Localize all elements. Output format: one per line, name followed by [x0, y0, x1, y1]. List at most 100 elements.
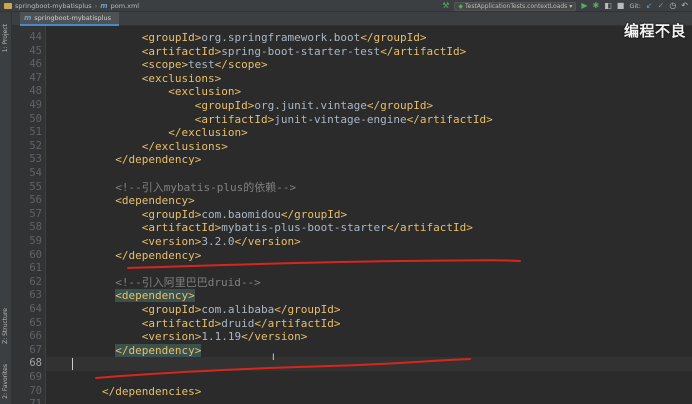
line-number: 49: [29, 99, 42, 111]
code-text: 1.1.19: [201, 330, 242, 344]
code-comment: <!--引入mybatis-plus的依赖-->: [115, 180, 297, 194]
run-configuration-label: TestApplicationTests.contextLoads: [464, 2, 568, 10]
favorites-tool-tab[interactable]: 2: Favorites: [2, 364, 9, 399]
xml-tag: <groupId>: [141, 303, 202, 316]
line-number: 54: [29, 167, 42, 179]
code-line: </dependencies>: [102, 385, 201, 399]
xml-tag: </groupId>: [360, 31, 427, 44]
xml-tag: <groupId>: [141, 207, 202, 221]
line-number: 46: [29, 58, 42, 71]
code-line: <artifactId>mybatis-plus-boot-starter</a…: [102, 221, 473, 235]
code-line: <dependency>: [102, 289, 195, 303]
junit-icon: ◆: [458, 2, 463, 10]
code-line: </exclusions>: [102, 140, 228, 154]
editor-tab-bar: m springboot-mybatisplus: [12, 12, 692, 26]
maven-file-icon: m: [24, 14, 32, 22]
breadcrumb-project[interactable]: springboot-mybatisplus: [15, 2, 92, 10]
tool-window-strip: 1: Project Z: Structure 2: Favorites: [0, 12, 12, 404]
code-line: </exclusion>: [102, 126, 247, 140]
build-hammer-icon[interactable]: ⚒: [442, 2, 449, 10]
line-number: 59: [29, 235, 42, 247]
breadcrumb-file[interactable]: pom.xml: [111, 2, 140, 10]
current-line-highlight: [46, 357, 692, 371]
git-update-icon[interactable]: ↙: [646, 2, 653, 10]
xml-tag: <groupId>: [194, 99, 255, 112]
code-line: <exclusion>: [102, 85, 241, 99]
git-label: Git:: [629, 2, 641, 10]
code-text: junit-vintage-engine: [274, 112, 407, 126]
git-rollback-icon[interactable]: ↶: [681, 2, 688, 10]
run-configuration-select[interactable]: ◆ TestApplicationTests.contextLoads ▾: [454, 1, 577, 11]
xml-tag: </groupId>: [366, 99, 434, 112]
folder-icon: [4, 2, 12, 9]
code-line: <!--引入mybatis-plus的依赖-->: [102, 181, 296, 195]
xml-tag: <scope>: [141, 58, 189, 72]
code-line: <artifactId>druid</artifactId>: [102, 316, 341, 331]
git-history-icon[interactable]: ◷: [669, 2, 676, 10]
xml-tag: </dependencies>: [102, 384, 202, 398]
line-number: 61: [29, 262, 42, 275]
run-icon[interactable]: ▶: [581, 2, 587, 10]
xml-tag: </artifactId>: [380, 44, 467, 58]
xml-tag: </exclusions>: [141, 139, 228, 153]
coverage-icon[interactable]: ◧: [604, 2, 612, 10]
code-line: <groupId>org.springframework.boot</group…: [102, 31, 427, 45]
line-number: 55: [29, 180, 42, 193]
code-line: <artifactId>spring-boot-starter-test</ar…: [102, 44, 467, 59]
code-line: </dependency>: [102, 343, 202, 358]
breadcrumb: springboot-mybatisplus › m pom.xml: [0, 2, 139, 10]
xml-tag: </artifactId>: [254, 316, 341, 330]
line-number: 67: [29, 343, 42, 356]
code-line: <groupId>com.baomidou</groupId>: [102, 208, 347, 222]
stop-icon[interactable]: ■: [617, 2, 625, 10]
debug-icon[interactable]: ✱: [592, 2, 599, 10]
watermark: 编程不良: [624, 22, 687, 40]
code-line: <scope>test</scope>: [102, 58, 268, 72]
line-number: 51: [29, 126, 42, 139]
code-editor[interactable]: <groupId>org.springframework.boot</group…: [46, 26, 692, 404]
navigation-bar: springboot-mybatisplus › m pom.xml ⚒ ◆ T…: [0, 0, 692, 12]
project-tool-tab[interactable]: 1: Project: [2, 24, 9, 52]
xml-tag: </scope>: [214, 58, 268, 72]
xml-tag: </dependency>: [115, 153, 202, 167]
code-text: druid: [221, 316, 255, 330]
line-number: 52: [29, 139, 42, 152]
chevron-down-icon: ▾: [569, 2, 573, 10]
line-number: 64: [29, 303, 42, 315]
ibeam-cursor-icon: I: [272, 353, 275, 364]
xml-tag: </version>: [241, 330, 308, 344]
text-caret: [72, 358, 73, 371]
xml-tag: </version>: [234, 235, 301, 248]
editor-tab[interactable]: m springboot-mybatisplus: [20, 12, 119, 26]
xml-tag: <artifactId>: [141, 316, 222, 330]
line-number: 47: [29, 71, 42, 84]
code-line: <version>3.2.0</version>: [102, 235, 301, 249]
git-commit-icon[interactable]: ✓: [658, 2, 665, 10]
line-number: 45: [29, 44, 42, 57]
line-number: 44: [29, 31, 42, 43]
maven-file-icon: m: [100, 1, 108, 10]
xml-tag: <artifactId>: [194, 112, 275, 126]
line-number: 68: [29, 357, 42, 370]
xml-tag: </dependency>: [115, 343, 202, 357]
structure-tool-tab[interactable]: Z: Structure: [2, 308, 9, 344]
